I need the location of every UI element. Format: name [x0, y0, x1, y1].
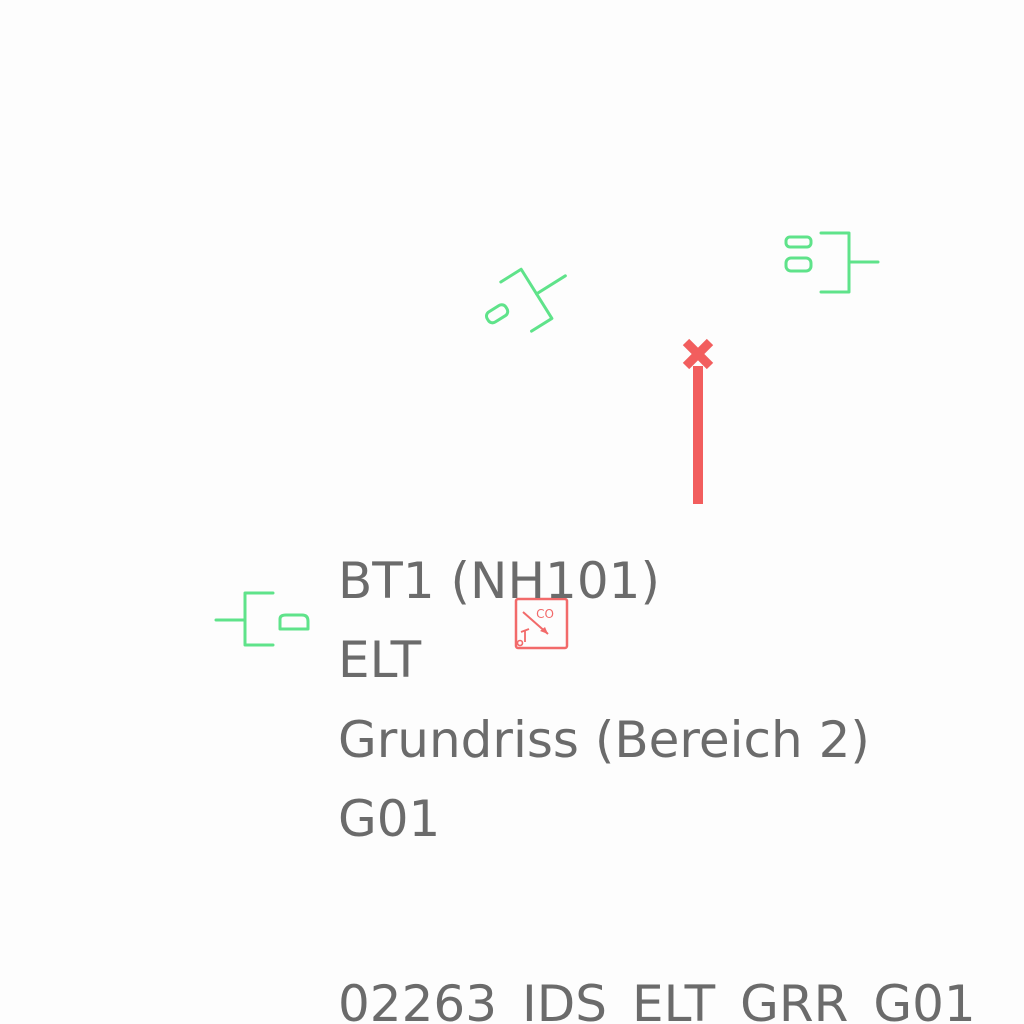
- wall-fixture-icon: [484, 267, 567, 333]
- drawing-title: Grundriss (Bereich 2): [338, 711, 870, 769]
- floor-plan-drawing: CO: [214, 231, 880, 650]
- project-label: BT1 (NH101): [338, 552, 660, 610]
- discipline-label: ELT: [338, 631, 422, 689]
- wall-fixture-icon: [214, 591, 310, 647]
- level-label: G01: [338, 790, 441, 848]
- document-number: 02263_IDS_ELT_GRR_G01: [338, 975, 976, 1024]
- floor-plan-canvas: CO BT1 (NH101) ELT Grundriss (Bereich 2)…: [0, 0, 1024, 1024]
- x-marker-icon: [682, 338, 714, 504]
- wall-fixture-icon: [784, 231, 880, 294]
